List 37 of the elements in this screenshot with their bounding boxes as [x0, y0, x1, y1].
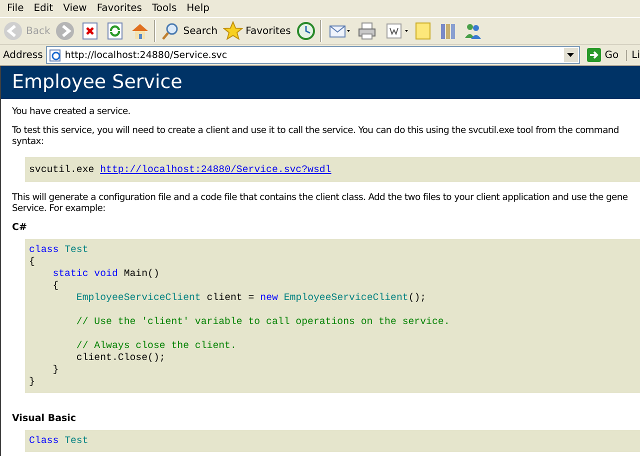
- language-heading: C#: [12, 222, 28, 233]
- links-label[interactable]: Li: [626, 50, 640, 60]
- intro-text: You have created a service.: [12, 106, 132, 117]
- command-block: svcutil.exe http://localhost:24880/Service.svc?wsdl: [25, 157, 640, 182]
- dropdown-button[interactable]: [564, 48, 578, 62]
- caret-icon: [567, 53, 574, 57]
- wsdl-link[interactable]: http://localhost:24880/Service.svc?wsdl: [100, 164, 332, 175]
- code-block: Class Test: [25, 430, 640, 452]
- instructions-text: To test this service, you will need to create a client and use it to call the service. You can do this using the svcutil.exe tool from the command syntax:: [12, 125, 620, 147]
- menu-item[interactable]: File: [2, 3, 29, 14]
- house-icon: [130, 21, 150, 41]
- note-icon: [412, 21, 433, 41]
- address-field[interactable]: http://localhost:24880/Service.svc: [46, 46, 580, 64]
- history-button[interactable]: [294, 19, 317, 43]
- menu-item[interactable]: Help: [182, 3, 214, 14]
- page-title: Employee Service: [1, 66, 640, 99]
- search-icon: [160, 21, 180, 41]
- menu-item[interactable]: Tools: [147, 3, 182, 14]
- go-button[interactable]: Go: [582, 48, 623, 62]
- star-icon: [222, 21, 243, 41]
- language-heading: Visual Basic: [12, 413, 78, 424]
- address-input[interactable]: http://localhost:24880/Service.svc: [64, 50, 561, 60]
- page-icon: [48, 48, 62, 62]
- code-block: class Test { static void Main() { EmployeeServiceClient client = new EmployeeServiceClient(); // Use the 'client' variable to call operations on the service. // Always close the client. client.Close(); } }: [25, 239, 640, 393]
- favorites-button[interactable]: Favorites: [222, 19, 292, 43]
- clock-icon: [296, 21, 316, 41]
- stop-icon: [80, 21, 100, 41]
- description-text: This will generate a configuration file and a code file that contains the client class. Add the two files to your client application and use the gene Service. For example:: [12, 192, 629, 214]
- menu-item[interactable]: Favorites: [92, 3, 148, 14]
- search-button[interactable]: Search: [159, 19, 219, 43]
- refresh-icon: [105, 21, 126, 41]
- printer-icon: [356, 21, 377, 41]
- people-icon: [462, 21, 483, 41]
- menu-item[interactable]: View: [58, 3, 92, 14]
- menu-item[interactable]: Edit: [28, 3, 58, 14]
- address-label: Address: [3, 50, 43, 60]
- arrow-icon: [586, 48, 601, 62]
